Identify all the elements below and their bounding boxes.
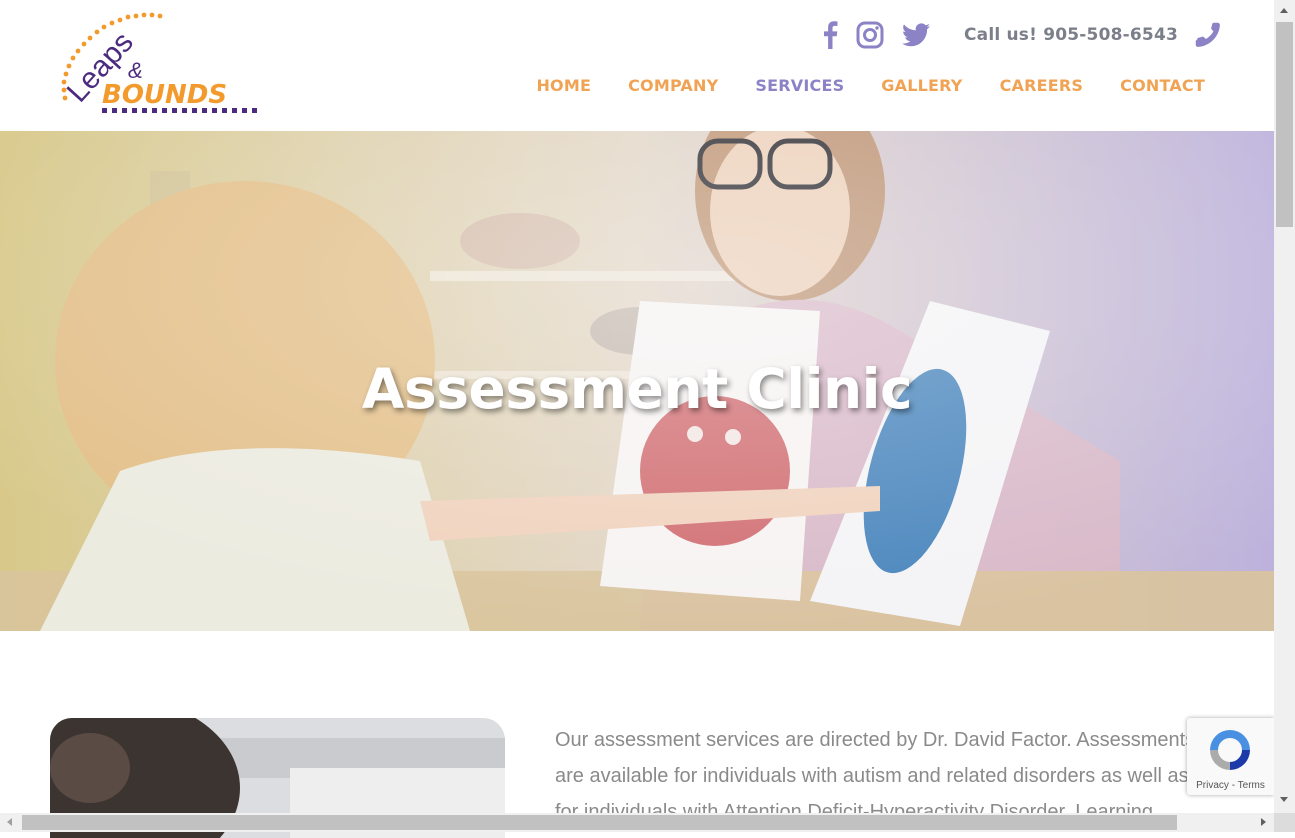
- nav-contact[interactable]: CONTACT: [1120, 76, 1205, 95]
- phone-icon: [1195, 22, 1220, 47]
- site-header: Leaps & BOUNDS Call us! 905-508-6543 HOM…: [0, 0, 1274, 131]
- site-logo[interactable]: Leaps & BOUNDS: [58, 12, 260, 116]
- vertical-scrollbar[interactable]: [1274, 0, 1295, 813]
- instagram-link[interactable]: [856, 18, 884, 52]
- recaptcha-badge[interactable]: Privacy - Terms: [1187, 718, 1274, 795]
- facebook-link[interactable]: [822, 18, 838, 52]
- horizontal-scroll-thumb[interactable]: [22, 815, 1177, 830]
- nav-gallery[interactable]: GALLERY: [881, 76, 962, 95]
- twitter-icon: [901, 23, 930, 47]
- facebook-icon: [823, 21, 838, 49]
- scroll-down-arrow[interactable]: [1280, 797, 1288, 802]
- hero-title: Assessment Clinic: [361, 357, 913, 421]
- horizontal-scrollbar[interactable]: [0, 813, 1274, 832]
- recaptcha-terms-link[interactable]: Terms: [1238, 780, 1265, 791]
- top-contact-bar: Call us! 905-508-6543: [822, 18, 1222, 52]
- nav-services[interactable]: SERVICES: [755, 76, 844, 95]
- leaps-and-bounds-logo: Leaps & BOUNDS: [61, 12, 257, 113]
- call-us-text[interactable]: Call us! 905-508-6543: [964, 25, 1178, 45]
- scroll-left-arrow[interactable]: [7, 818, 12, 826]
- scroll-up-arrow[interactable]: [1280, 8, 1288, 13]
- recaptcha-privacy-link[interactable]: Privacy: [1196, 780, 1229, 791]
- nav-careers[interactable]: CAREERS: [1000, 76, 1084, 95]
- phone-link[interactable]: [1194, 21, 1222, 49]
- scrollbar-corner: [1274, 813, 1295, 832]
- nav-home[interactable]: HOME: [536, 76, 591, 95]
- twitter-link[interactable]: [901, 18, 930, 52]
- instagram-icon: [856, 21, 884, 49]
- recaptcha-separator: -: [1228, 780, 1238, 791]
- main-nav: HOME COMPANY SERVICES GALLERY CAREERS CO…: [499, 76, 1205, 95]
- logo-word-bounds: BOUNDS: [102, 80, 227, 110]
- recaptcha-links: Privacy - Terms: [1187, 780, 1274, 791]
- nav-company[interactable]: COMPANY: [628, 76, 718, 95]
- scroll-right-arrow[interactable]: [1261, 818, 1266, 826]
- hero-banner: Assessment Clinic: [0, 131, 1274, 631]
- recaptcha-icon: [1210, 730, 1250, 770]
- vertical-scroll-thumb[interactable]: [1276, 22, 1293, 227]
- social-links: [822, 18, 948, 52]
